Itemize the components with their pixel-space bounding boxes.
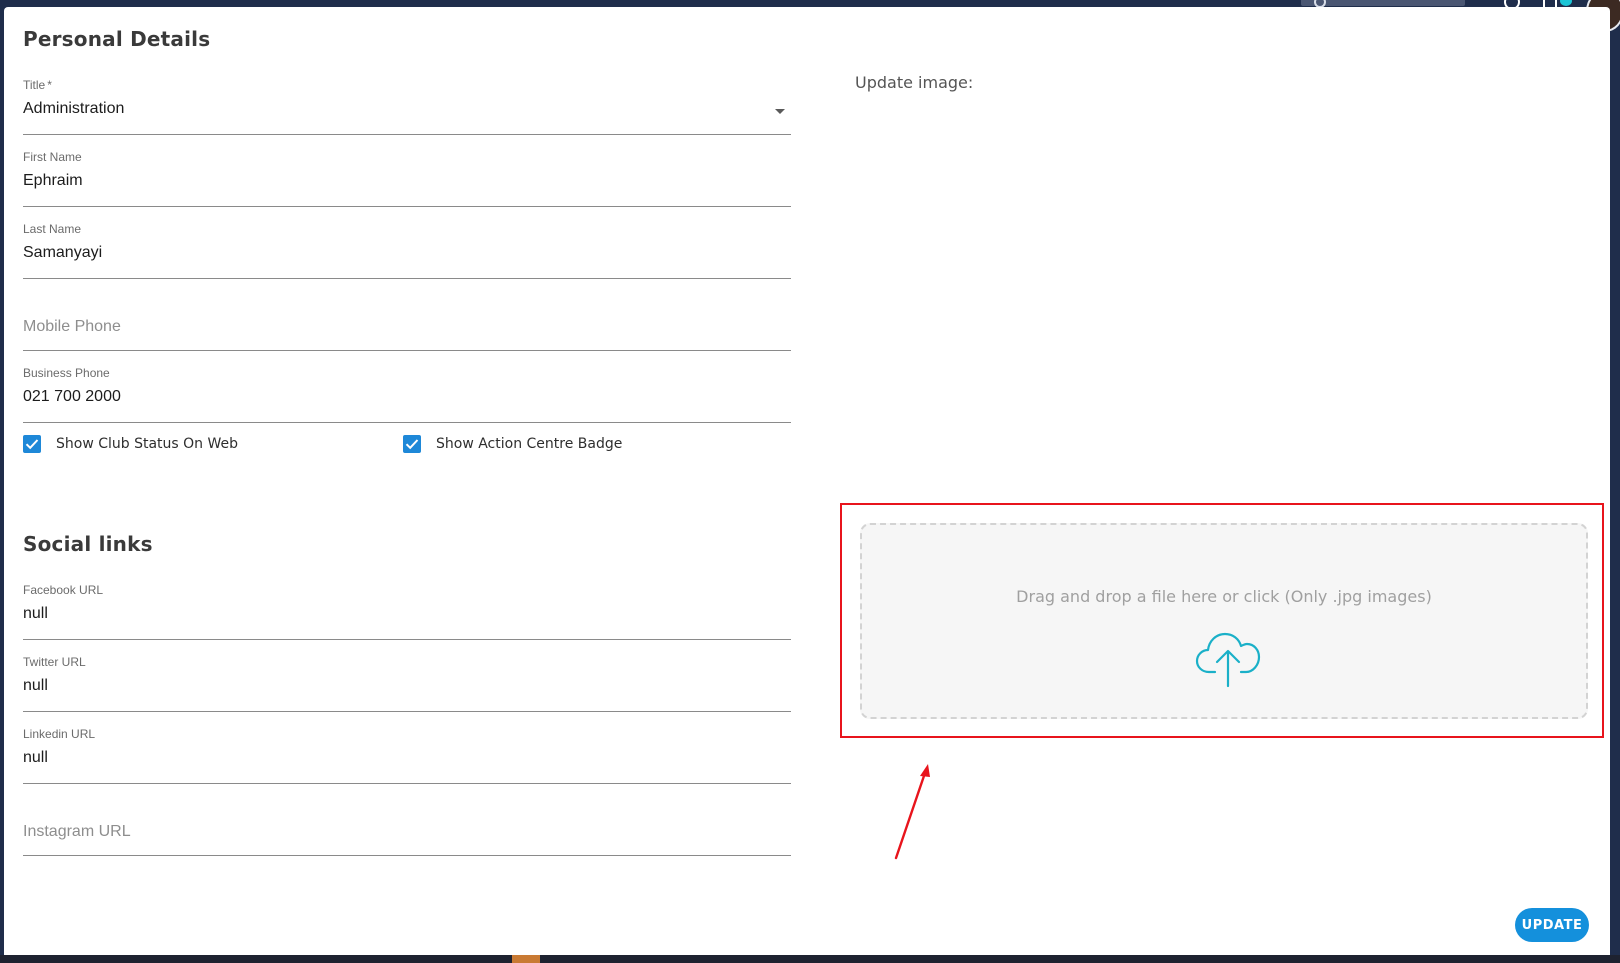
last-name-field[interactable]: Last Name Samanyayi (23, 222, 791, 279)
business-phone-value[interactable]: 021 700 2000 (23, 388, 121, 406)
show-action-centre-badge-checkbox[interactable] (403, 435, 421, 453)
taskbar-app-icon[interactable] (512, 955, 540, 963)
twitter-url-label: Twitter URL (23, 655, 86, 669)
last-name-label: Last Name (23, 222, 82, 236)
first-name-value[interactable]: Ephraim (23, 172, 83, 190)
title-value: Administration (23, 100, 125, 117)
business-phone-field[interactable]: Business Phone 021 700 2000 (23, 366, 791, 423)
facebook-url-field[interactable]: Facebook URL null (23, 583, 791, 640)
title-select[interactable]: Title * Administration (23, 78, 791, 135)
os-taskbar (0, 955, 1620, 963)
business-phone-label: Business Phone (23, 366, 110, 380)
chevron-down-icon[interactable] (775, 109, 785, 114)
last-name-value[interactable]: Samanyayi (23, 244, 102, 262)
check-icon (25, 439, 39, 450)
facebook-url-label: Facebook URL (23, 583, 104, 597)
update-image-label: Update image: (855, 73, 974, 92)
instagram-url-placeholder: Instagram URL (23, 823, 131, 840)
show-club-status-label: Show Club Status On Web (56, 436, 239, 452)
update-button[interactable]: UPDATE (1515, 908, 1589, 942)
mobile-phone-placeholder: Mobile Phone (23, 318, 121, 335)
show-action-centre-badge-option[interactable]: Show Action Centre Badge (403, 432, 622, 456)
twitter-url-field[interactable]: Twitter URL null (23, 655, 791, 712)
linkedin-url-label: Linkedin URL (23, 727, 96, 741)
show-action-centre-badge-label: Show Action Centre Badge (436, 436, 623, 452)
edit-personal-details-dialog: Personal Details Title * Administration F… (4, 7, 1610, 955)
check-icon (405, 439, 419, 450)
first-name-label: First Name (23, 150, 82, 164)
image-dropzone[interactable]: Drag and drop a file here or click (Only… (860, 523, 1588, 719)
first-name-field[interactable]: First Name Ephraim (23, 150, 791, 207)
show-club-status-checkbox[interactable] (23, 435, 41, 453)
facebook-url-value[interactable]: null (23, 605, 48, 623)
personal-details-heading: Personal Details (23, 27, 211, 51)
linkedin-url-value[interactable]: null (23, 749, 48, 767)
title-label: Title * (23, 78, 52, 92)
instagram-url-field[interactable]: Instagram URL (23, 799, 791, 856)
mobile-phone-field[interactable]: Mobile Phone (23, 294, 791, 351)
annotation-arrow-icon (894, 764, 930, 860)
dropzone-instructions: Drag and drop a file here or click (Only… (1016, 587, 1432, 606)
cloud-upload-icon (1195, 632, 1261, 688)
twitter-url-value[interactable]: null (23, 677, 48, 695)
social-links-heading: Social links (23, 532, 153, 556)
show-club-status-option[interactable]: Show Club Status On Web (23, 432, 238, 456)
linkedin-url-field[interactable]: Linkedin URL null (23, 727, 791, 784)
